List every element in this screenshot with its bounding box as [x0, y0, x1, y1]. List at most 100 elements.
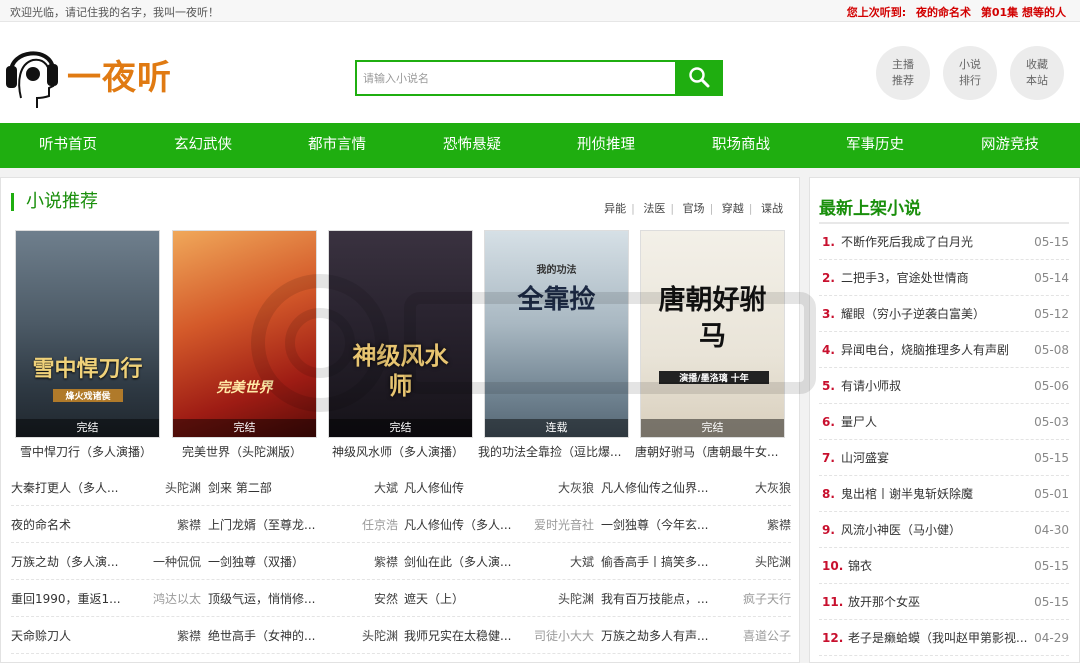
search-input[interactable] — [357, 62, 677, 94]
novel-ranking-button[interactable]: 小说 排行 — [943, 46, 997, 100]
narrator-link[interactable]: 大斌 — [374, 470, 398, 506]
last-listened[interactable]: 您上次听到: 夜的命名术 第01集 想等的人 — [847, 4, 1066, 20]
narrator-link[interactable]: 任京浩 — [362, 507, 398, 543]
latest-item-title[interactable]: 不断作死后我成了白月光 — [841, 224, 1031, 260]
last-listened-episode[interactable]: 第01集 想等的人 — [981, 6, 1066, 19]
latest-item[interactable]: 12. 老子是癞蛤蟆（我叫赵甲第影视... 04-29 — [819, 620, 1069, 656]
book-link[interactable]: 凡人修仙传 — [404, 470, 464, 506]
book-cover[interactable]: 雪中悍刀行 烽火戏诸侯 完结 — [15, 230, 160, 438]
latest-item[interactable]: 10. 锦衣 05-15 — [819, 548, 1069, 584]
book-link[interactable]: 顶级气运，悄悄修... — [208, 581, 315, 617]
book-link[interactable]: 一剑独尊（今年玄... — [601, 507, 708, 543]
narrator-link[interactable]: 一种侃侃 — [153, 544, 201, 580]
narrator-link[interactable]: 大灰狼 — [558, 470, 594, 506]
narrator-link[interactable]: 喜道公子 — [743, 618, 791, 654]
narrator-link[interactable]: 紫襟 — [767, 507, 791, 543]
search-button[interactable] — [675, 60, 722, 96]
narrator-link[interactable]: 大斌 — [570, 544, 594, 580]
book-link[interactable]: 遮天（上） — [404, 581, 464, 617]
latest-item[interactable]: 9. 风流小神医（马小健） 04-30 — [819, 512, 1069, 548]
nav-item-business[interactable]: 职场商战 — [686, 123, 796, 168]
tag-item[interactable]: 官场 — [683, 202, 705, 215]
latest-item-title[interactable]: 山河盛宴 — [841, 440, 1031, 476]
book-link[interactable]: 偷香高手丨搞笑多... — [601, 544, 708, 580]
bookmark-site-button[interactable]: 收藏 本站 — [1010, 46, 1064, 100]
last-listened-book[interactable]: 夜的命名术 — [916, 6, 971, 19]
narrator-link[interactable]: 头陀渊 — [362, 618, 398, 654]
book-cover[interactable]: 神级风水师 完结 — [328, 230, 473, 438]
book-link[interactable]: 我师兄实在太稳健... — [404, 618, 511, 654]
latest-item[interactable]: 8. 鬼出棺丨谢半鬼斩妖除魔 05-01 — [819, 476, 1069, 512]
latest-item-title[interactable]: 鬼出棺丨谢半鬼斩妖除魔 — [841, 476, 1031, 512]
book-link[interactable]: 上门龙婿（至尊龙... — [208, 507, 315, 543]
latest-item-title[interactable]: 放开那个女巫 — [848, 584, 1038, 620]
latest-item[interactable]: 1. 不断作死后我成了白月光 05-15 — [819, 224, 1069, 260]
latest-item-date: 05-14 — [1034, 271, 1069, 285]
book-cover[interactable]: 我的功法 全靠捡 连载 — [484, 230, 629, 438]
book-link[interactable]: 夜的命名术 — [11, 507, 71, 543]
book-title[interactable]: 唐朝好驸马（唐朝最牛女... — [635, 443, 785, 460]
latest-item-title[interactable]: 量尸人 — [841, 404, 1031, 440]
latest-item[interactable]: 4. 异闻电台，烧脑推理多人有声剧 05-08 — [819, 332, 1069, 368]
narrator-link[interactable]: 紫襟 — [374, 544, 398, 580]
book-title[interactable]: 我的功法全靠捡（逗比爆... — [478, 443, 628, 460]
book-status-badge: 完结 — [16, 419, 159, 437]
nav-item-detective[interactable]: 刑侦推理 — [551, 123, 661, 168]
latest-item-title[interactable]: 锦衣 — [848, 548, 1038, 584]
book-cover[interactable]: 唐朝好驸马 演播/墨洛璃 十年 完结 — [640, 230, 785, 438]
nav-item-gaming[interactable]: 网游竞技 — [955, 123, 1065, 168]
narrator-link[interactable]: 安然 — [374, 581, 398, 617]
narrator-link[interactable]: 疯子天行 — [743, 581, 791, 617]
book-link[interactable]: 一剑独尊（双播） — [208, 544, 304, 580]
nav-item-fantasy[interactable]: 玄幻武侠 — [148, 123, 258, 168]
book-title[interactable]: 完美世界（头陀渊版） — [182, 443, 332, 460]
narrator-link[interactable]: 鸿达以太 — [153, 581, 201, 617]
book-link[interactable]: 我有百万技能点，... — [601, 581, 708, 617]
book-title[interactable]: 神级风水师（多人演播） — [332, 443, 482, 460]
book-link[interactable]: 大秦打更人（多人... — [11, 470, 118, 506]
rank-number: 2. — [822, 271, 835, 285]
tag-item[interactable]: 异能 — [604, 202, 626, 215]
book-link[interactable]: 剑来 第二部 — [208, 470, 272, 506]
book-link[interactable]: 重回1990，重返1... — [11, 581, 121, 617]
narrator-link[interactable]: 头陀渊 — [165, 470, 201, 506]
book-link[interactable]: 天命赊刀人 — [11, 618, 71, 654]
narrator-link[interactable]: 紫襟 — [177, 507, 201, 543]
latest-item[interactable]: 2. 二把手3，官途处世情商 05-14 — [819, 260, 1069, 296]
book-link[interactable]: 凡人修仙传之仙界... — [601, 470, 708, 506]
latest-item-title[interactable]: 耀眼（穷小子逆袭白富美） — [841, 296, 1031, 332]
latest-item[interactable]: 3. 耀眼（穷小子逆袭白富美） 05-12 — [819, 296, 1069, 332]
book-link[interactable]: 万族之劫（多人演... — [11, 544, 118, 580]
narrator-link[interactable]: 大灰狼 — [755, 470, 791, 506]
book-link[interactable]: 剑仙在此（多人演... — [404, 544, 511, 580]
nav-item-military[interactable]: 军事历史 — [820, 123, 930, 168]
tag-item[interactable]: 法医 — [643, 202, 665, 215]
nav-item-urban[interactable]: 都市言情 — [282, 123, 392, 168]
latest-item-title[interactable]: 二把手3，官途处世情商 — [841, 260, 1031, 296]
narrator-link[interactable]: 爱时光音社 — [534, 507, 594, 543]
latest-item[interactable]: 7. 山河盛宴 05-15 — [819, 440, 1069, 476]
latest-item-title[interactable]: 风流小神医（马小健） — [841, 512, 1031, 548]
narrator-link[interactable]: 头陀渊 — [558, 581, 594, 617]
narrator-link[interactable]: 紫襟 — [177, 618, 201, 654]
tag-item[interactable]: 谍战 — [761, 202, 783, 215]
latest-item[interactable]: 11. 放开那个女巫 05-15 — [819, 584, 1069, 620]
nav-item-horror[interactable]: 恐怖悬疑 — [417, 123, 527, 168]
anchor-recommend-button[interactable]: 主播 推荐 — [876, 46, 930, 100]
narrator-link[interactable]: 司徒小大大 — [534, 618, 594, 654]
latest-item-title[interactable]: 有请小师叔 — [841, 368, 1031, 404]
tag-item[interactable]: 穿越 — [722, 202, 744, 215]
latest-item-title[interactable]: 异闻电台，烧脑推理多人有声剧 — [841, 332, 1031, 368]
site-logo[interactable]: 一夜听 — [3, 38, 183, 108]
book-title[interactable]: 雪中悍刀行（多人演播） — [20, 443, 170, 460]
latest-item-title[interactable]: 老子是癞蛤蟆（我叫赵甲第影视... — [848, 620, 1028, 656]
latest-item[interactable]: 5. 有请小师叔 05-06 — [819, 368, 1069, 404]
book-link[interactable]: 凡人修仙传（多人... — [404, 507, 511, 543]
book-link[interactable]: 绝世高手（女神的... — [208, 618, 315, 654]
book-link[interactable]: 万族之劫多人有声... — [601, 618, 708, 654]
latest-item[interactable]: 6. 量尸人 05-03 — [819, 404, 1069, 440]
rank-number: 8. — [822, 487, 835, 501]
narrator-link[interactable]: 头陀渊 — [755, 544, 791, 580]
nav-item-home[interactable]: 听书首页 — [13, 123, 123, 168]
book-cover[interactable]: 完美世界 完结 — [172, 230, 317, 438]
